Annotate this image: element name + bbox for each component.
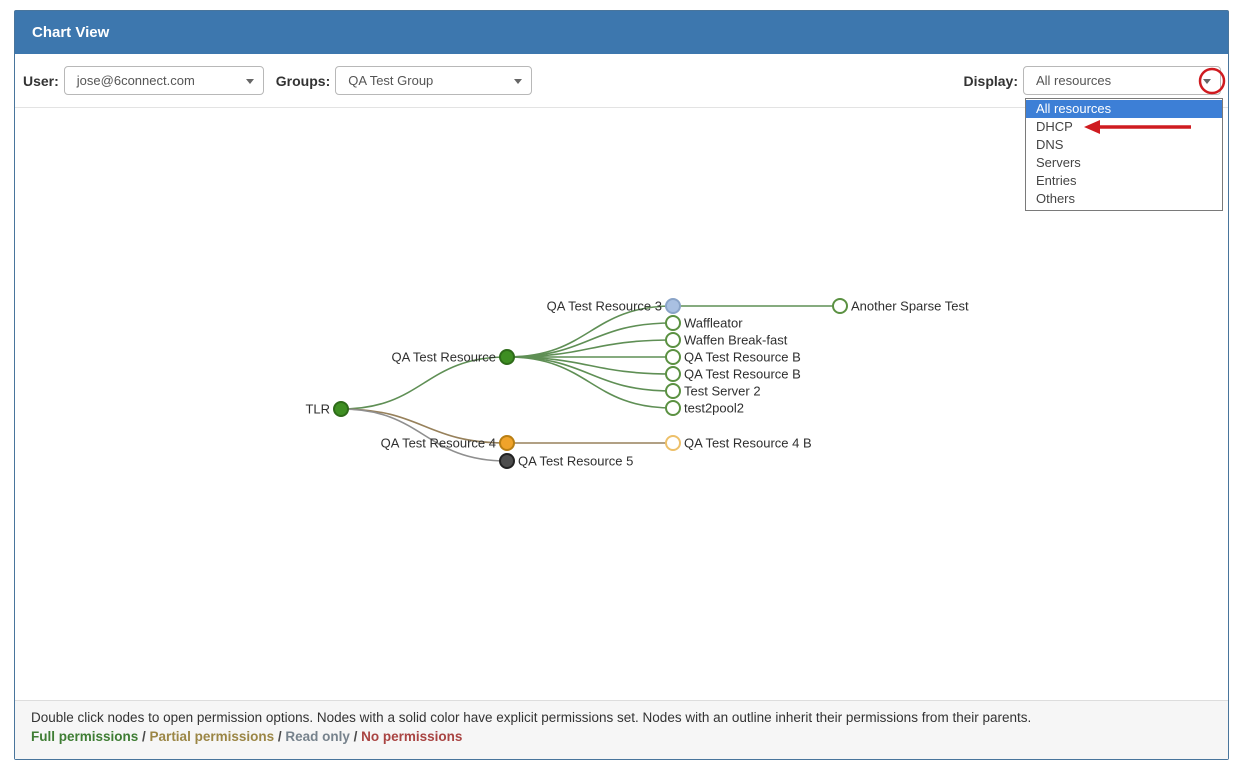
- tree-node-label-qa5: QA Test Resource 5: [518, 454, 633, 469]
- tree-node-qab2[interactable]: [666, 367, 680, 381]
- legend-item-partial-permissions: Partial permissions: [150, 729, 275, 744]
- user-label: User:: [23, 73, 59, 89]
- tree-node-label-qa4b: QA Test Resource 4 B: [684, 436, 812, 451]
- tree-edge-tlr-qa: [341, 357, 507, 409]
- tree-node-label-ast: Another Sparse Test: [851, 299, 969, 314]
- tree-node-qa4[interactable]: [500, 436, 514, 450]
- display-dropdown-list: All resourcesDHCPDNSServersEntriesOthers: [1025, 98, 1223, 211]
- tree-edge-qa-t2p2: [507, 357, 673, 408]
- tree-node-ts2[interactable]: [666, 384, 680, 398]
- legend-separator: /: [350, 729, 361, 744]
- display-option-all-resources[interactable]: All resources: [1026, 100, 1222, 118]
- panel-footer: Double click nodes to open permission op…: [15, 700, 1228, 759]
- legend-separator: /: [138, 729, 149, 744]
- display-select-value: All resources: [1036, 73, 1111, 88]
- tree-edge-qa-qa3: [507, 306, 673, 357]
- tree-node-label-ts2: Test Server 2: [684, 384, 761, 399]
- legend-separator: /: [274, 729, 285, 744]
- tree-node-waffleator[interactable]: [666, 316, 680, 330]
- legend-item-full-permissions: Full permissions: [31, 729, 138, 744]
- display-select[interactable]: All resources: [1023, 66, 1221, 95]
- legend-item-no-permissions: No permissions: [361, 729, 462, 744]
- legend-item-read-only: Read only: [285, 729, 350, 744]
- footer-instructions: Double click nodes to open permission op…: [31, 710, 1212, 725]
- page-title: Chart View: [32, 24, 109, 41]
- display-option-dhcp[interactable]: DHCP: [1026, 118, 1222, 136]
- tree-node-t2p2[interactable]: [666, 401, 680, 415]
- tree-node-label-waffleator: Waffleator: [684, 316, 743, 331]
- tree-node-label-qab2: QA Test Resource B: [684, 367, 801, 382]
- display-label: Display:: [964, 73, 1018, 89]
- groups-select[interactable]: QA Test Group: [335, 66, 532, 95]
- tree-node-label-qa4: QA Test Resource 4: [381, 436, 496, 451]
- tree-node-qa3[interactable]: [666, 299, 680, 313]
- tree-node-label-qa3: QA Test Resource 3: [547, 299, 662, 314]
- chevron-down-icon: [1203, 79, 1211, 84]
- tree-node-label-t2p2: test2pool2: [684, 401, 744, 416]
- panel-header: Chart View: [15, 11, 1228, 54]
- tree-node-qa5[interactable]: [500, 454, 514, 468]
- user-select-value: jose@6connect.com: [77, 73, 195, 88]
- tree-node-label-tlr: TLR: [305, 402, 330, 417]
- tree-node-label-waffen: Waffen Break-fast: [684, 333, 788, 348]
- groups-label: Groups:: [276, 73, 330, 89]
- tree-node-waffen[interactable]: [666, 333, 680, 347]
- tree-node-qa[interactable]: [500, 350, 514, 364]
- tree-node-label-qab1: QA Test Resource B: [684, 350, 801, 365]
- tree-node-ast[interactable]: [833, 299, 847, 313]
- permissions-legend: Full permissions / Partial permissions /…: [31, 729, 1212, 744]
- tree-node-tlr[interactable]: [334, 402, 348, 416]
- chevron-down-icon: [514, 79, 522, 84]
- groups-select-value: QA Test Group: [348, 73, 433, 88]
- tree-node-qab1[interactable]: [666, 350, 680, 364]
- chevron-down-icon: [246, 79, 254, 84]
- tree-node-qa4b[interactable]: [666, 436, 680, 450]
- display-option-servers[interactable]: Servers: [1026, 154, 1222, 172]
- user-select[interactable]: jose@6connect.com: [64, 66, 264, 95]
- display-option-dns[interactable]: DNS: [1026, 136, 1222, 154]
- display-option-others[interactable]: Others: [1026, 190, 1222, 208]
- display-option-entries[interactable]: Entries: [1026, 172, 1222, 190]
- chart-view-panel: Chart View User: jose@6connect.com Group…: [14, 10, 1229, 760]
- tree-node-label-qa: QA Test Resource: [391, 350, 496, 365]
